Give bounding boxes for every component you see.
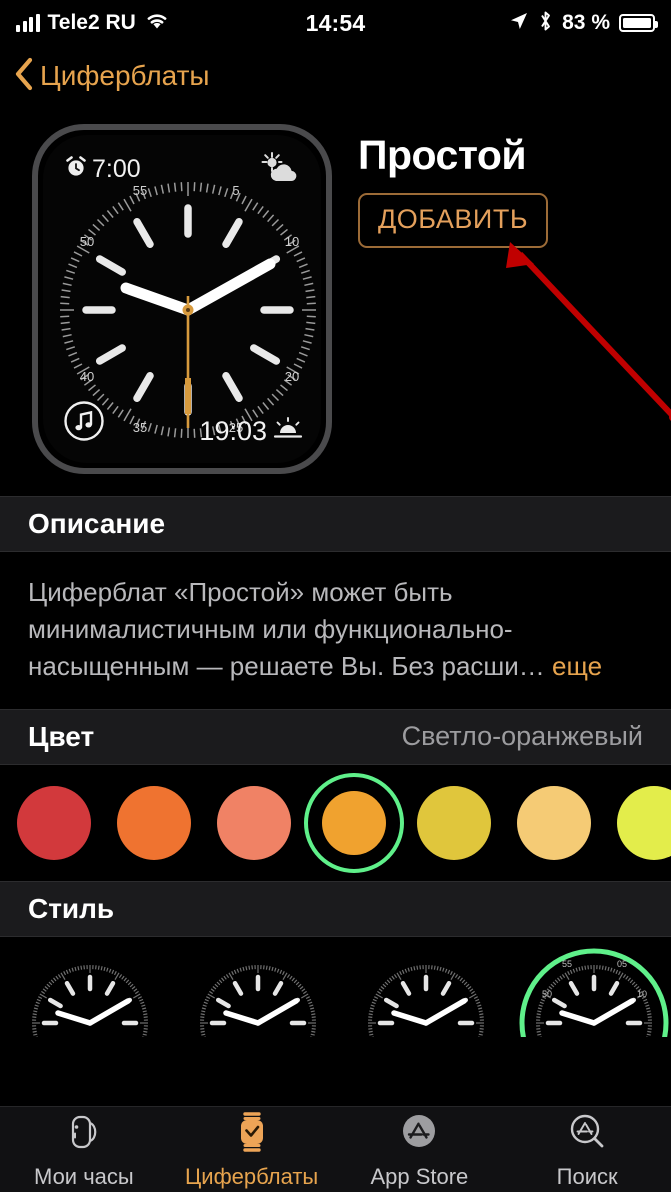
color-swatch-dot — [17, 785, 91, 860]
battery-percent-label: 83 % — [562, 11, 610, 34]
color-swatch-dot — [217, 785, 291, 860]
sun-behind-cloud-icon — [259, 152, 301, 191]
tab-my-watch[interactable]: Мои часы — [0, 1109, 168, 1190]
status-bar: Tele2 RU 14:54 83 % — [0, 0, 671, 46]
tab-search[interactable]: Поиск — [503, 1109, 671, 1190]
color-swatch-dot — [617, 785, 671, 860]
svg-text:50: 50 — [542, 989, 552, 999]
tab-faces[interactable]: Циферблаты — [168, 1109, 336, 1190]
location-arrow-icon — [509, 11, 529, 36]
color-selected-value: Светло-оранжевый — [401, 721, 643, 752]
color-swatch[interactable] — [504, 785, 604, 860]
dial-number: 10 — [285, 234, 299, 249]
music-note-icon — [63, 401, 105, 446]
description-header-label: Описание — [28, 508, 166, 539]
color-swatch[interactable] — [604, 785, 671, 860]
color-swatch-dot — [517, 785, 591, 860]
tab-search-label: Поиск — [556, 1164, 618, 1189]
sunset-complication[interactable]: 19:03 — [199, 416, 303, 447]
description-body: Циферблат «Простой» может быть минималис… — [0, 552, 671, 709]
sunset-icon — [273, 416, 303, 447]
app-store-icon — [398, 1109, 440, 1160]
back-button-label: Циферблаты — [40, 60, 210, 91]
color-swatch-dot — [117, 785, 191, 860]
color-swatch[interactable] — [304, 772, 404, 873]
color-swatch-list[interactable] — [0, 765, 671, 881]
weather-complication[interactable] — [259, 151, 301, 192]
status-bar-right: 83 % — [509, 10, 658, 37]
tab-bar: Мои часы Циферблаты App Store Поиск — [0, 1106, 671, 1192]
style-list[interactable]: 55 05 50 10 — [0, 937, 671, 1037]
red-arrow-annotation — [506, 242, 671, 421]
navigation-bar: Циферблаты — [0, 46, 671, 106]
color-swatch[interactable] — [404, 785, 504, 860]
style-section-header: Стиль — [0, 880, 671, 937]
watch-screen: 55 5 50 10 40 20 35 25 7:00 19:03 — [43, 135, 321, 463]
tab-my-watch-label: Мои часы — [34, 1164, 134, 1189]
description-more-link[interactable]: еще — [552, 651, 602, 681]
watch-side-icon — [63, 1109, 105, 1160]
color-swatch-dot — [322, 790, 386, 855]
alarm-complication[interactable]: 7:00 — [65, 155, 141, 184]
tab-app-store-label: App Store — [370, 1164, 469, 1189]
tab-faces-label: Циферблаты — [185, 1164, 319, 1189]
color-section-header: Цвет Светло-оранжевый — [0, 708, 671, 765]
alarm-clock-icon — [65, 156, 87, 183]
dial-number: 5 — [232, 183, 239, 198]
style-option[interactable] — [174, 937, 342, 1037]
color-header-label: Цвет — [28, 720, 95, 752]
back-button[interactable]: Циферблаты — [14, 57, 210, 96]
page-title: Простой — [358, 132, 527, 178]
style-option[interactable]: 55 05 50 10 — [510, 937, 671, 1037]
sunset-time-label: 19:03 — [199, 416, 267, 446]
tab-app-store[interactable]: App Store — [336, 1109, 504, 1190]
watch-face-icon — [231, 1109, 273, 1160]
description-text: Циферблат «Простой» может быть минималис… — [28, 577, 545, 681]
svg-text:55: 55 — [562, 959, 572, 969]
color-swatch[interactable] — [4, 785, 104, 860]
color-swatch[interactable] — [204, 785, 304, 860]
dial-number: 55 — [133, 183, 147, 198]
color-swatch-dot — [417, 785, 491, 860]
dial-number: 35 — [133, 420, 147, 435]
description-section-header: Описание — [0, 496, 671, 552]
add-face-button[interactable]: ДОБАВИТЬ — [358, 193, 549, 248]
color-swatch[interactable] — [104, 785, 204, 860]
alarm-time-label: 7:00 — [92, 155, 141, 183]
style-option[interactable] — [342, 937, 510, 1037]
watch-preview[interactable]: 55 5 50 10 40 20 35 25 7:00 19:03 — [32, 124, 332, 474]
dial-number: 40 — [80, 369, 94, 384]
chevron-left-icon — [14, 57, 34, 96]
svg-text:10: 10 — [637, 989, 647, 999]
music-complication[interactable] — [63, 400, 105, 447]
app-store-search-icon — [566, 1109, 608, 1160]
face-preview-section: 55 5 50 10 40 20 35 25 7:00 19:03 Просто… — [0, 106, 671, 496]
battery-icon — [619, 14, 658, 32]
dial-number: 20 — [285, 369, 299, 384]
style-header-label: Стиль — [28, 892, 115, 924]
svg-text:05: 05 — [617, 959, 627, 969]
style-option[interactable] — [6, 937, 174, 1037]
bluetooth-icon — [538, 10, 553, 37]
dial-number: 50 — [80, 234, 94, 249]
face-info: Простой ДОБАВИТЬ — [358, 124, 671, 474]
